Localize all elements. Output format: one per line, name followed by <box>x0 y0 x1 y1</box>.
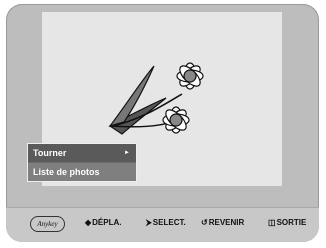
select-hint: ⮞SELECT. <box>146 218 186 228</box>
direction-pad-icon: ◆ <box>85 218 92 227</box>
exit-label: SORTIE <box>276 218 307 227</box>
return-label: REVENIR <box>208 218 245 227</box>
return-icon: ↺ <box>201 218 208 227</box>
menu-item-label: Liste de photos <box>33 167 100 177</box>
button-guide-bar: Anykey ◆DÉPLA. ⮞SELECT. ↺REVENIR ◫SORTIE <box>6 207 319 242</box>
exit-hint: ◫SORTIE <box>268 218 306 227</box>
context-menu: Tourner ► Liste de photos <box>27 143 137 182</box>
menu-item-photo-list[interactable]: Liste de photos <box>28 162 136 181</box>
menu-item-rotate[interactable]: Tourner ► <box>28 144 136 162</box>
flower-clipart <box>108 62 204 135</box>
menu-item-label: Tourner <box>33 148 67 158</box>
select-label: SELECT. <box>152 218 186 227</box>
exit-icon: ◫ <box>268 218 276 227</box>
return-hint: ↺REVENIR <box>201 218 244 227</box>
submenu-arrow-icon: ► <box>124 150 130 156</box>
move-label: DÉPLA. <box>92 218 122 227</box>
move-hint: ◆DÉPLA. <box>85 218 122 227</box>
enter-icon: ⮞ <box>146 218 152 227</box>
tv-screen: Tourner ► Liste de photos Anykey ◆DÉPLA.… <box>6 4 319 242</box>
anykey-button[interactable]: Anykey <box>30 216 65 232</box>
